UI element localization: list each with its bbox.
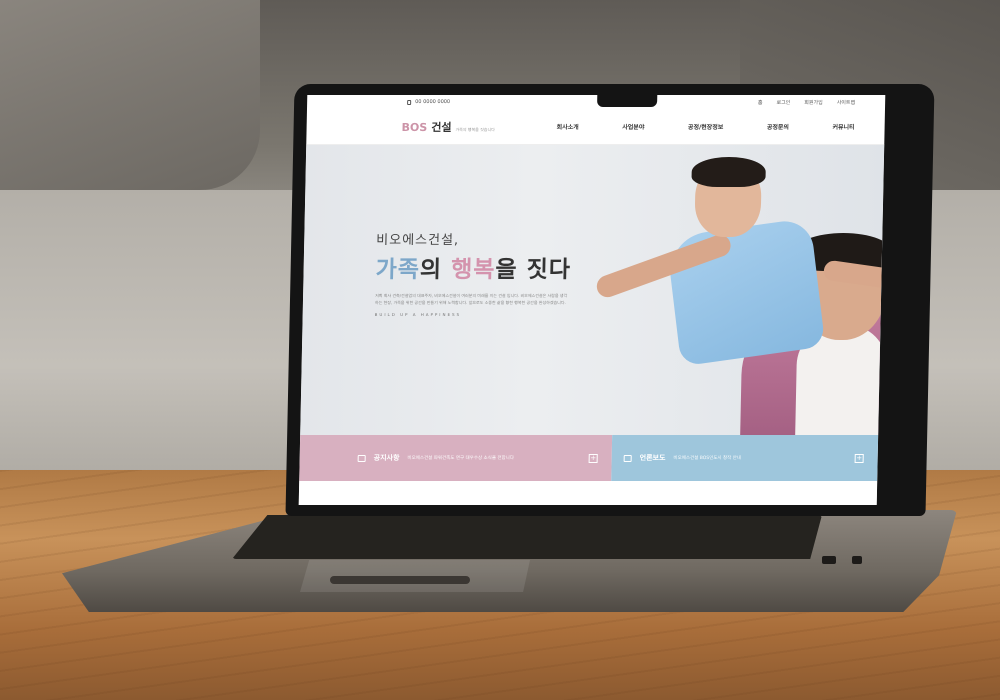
utility-link-join[interactable]: 회원가입 xyxy=(804,99,823,106)
bottom-panels: 공지사항 비오에스건설 파워건축도 연구 대우수상 소식을 전합니다 + 언론보… xyxy=(299,435,879,481)
notice-panel[interactable]: 공지사항 비오에스건설 파워건축도 연구 대우수상 소식을 전합니다 + xyxy=(299,435,613,481)
phone-icon xyxy=(407,99,412,105)
hero-text: 비오에스건설, 가족의 행복을 짓다 저희 회사 건축/건설업의 대표주자, 비… xyxy=(375,229,572,317)
menu: 회사소개 사업분야 공정/현장정보 공정문의 커뮤니티 xyxy=(537,122,855,131)
logo[interactable]: BOS 건설 가족의 행복을 짓습니다 xyxy=(401,119,536,135)
press-title: 언론보도 xyxy=(639,454,666,462)
hero-title: 가족의 행복을 짓다 xyxy=(375,250,571,284)
utility-phone: 00 0000 0000 xyxy=(407,99,450,105)
hero-subtitle: 비오에스건설, xyxy=(376,233,460,248)
utility-bar: 00 0000 0000 홈 로그인 회원가입 사이트맵 xyxy=(307,95,885,109)
menu-item-site-info[interactable]: 공정/현장정보 xyxy=(688,122,724,131)
laptop-screen: 00 0000 0000 홈 로그인 회원가입 사이트맵 BOS 건설 가족의 … xyxy=(298,95,886,505)
screen-footer-area xyxy=(298,481,878,505)
phone-number: 00 0000 0000 xyxy=(415,99,451,105)
laptop-keyboard xyxy=(232,515,822,559)
utility-link-home[interactable]: 홈 xyxy=(758,99,763,106)
hero-description: 저희 회사 건축/건설업의 대표주자, 비오에스건설이 여러분의 미래를 지는 … xyxy=(374,293,568,305)
sofa-pillow xyxy=(0,0,260,190)
hero-banner: 비오에스건설, 가족의 행복을 짓다 저희 회사 건축/건설업의 대표주자, 비… xyxy=(300,145,885,435)
press-panel[interactable]: 언론보도 비오에스건설 BOS인도시 창작 안내 + xyxy=(611,435,879,481)
child-shirt xyxy=(665,217,826,367)
utility-link-sitemap[interactable]: 사이트맵 xyxy=(837,99,856,106)
megaphone-icon xyxy=(357,454,366,462)
hero-title-of: 의 xyxy=(419,257,452,283)
camera-notch xyxy=(597,95,658,107)
menu-item-inquiry[interactable]: 공정문의 xyxy=(767,122,789,131)
child-hair xyxy=(691,157,766,187)
hero-title-happiness: 행복 xyxy=(450,257,496,283)
logo-brand: BOS xyxy=(401,120,428,134)
news-icon xyxy=(623,454,632,462)
laptop-port xyxy=(822,556,836,564)
menu-item-business[interactable]: 사업분야 xyxy=(622,122,644,131)
utility-link-login[interactable]: 로그인 xyxy=(776,99,790,106)
press-more-button[interactable]: + xyxy=(854,453,864,463)
menu-item-community[interactable]: 커뮤니티 xyxy=(832,122,854,131)
hero-photo xyxy=(530,145,885,435)
logo-name: 건설 xyxy=(431,120,452,134)
utility-links: 홈 로그인 회원가입 사이트맵 xyxy=(758,99,855,106)
notice-more-button[interactable]: + xyxy=(588,453,598,463)
logo-tagline: 가족의 행복을 짓습니다 xyxy=(455,126,495,132)
hero-title-family: 가족 xyxy=(375,257,421,283)
notice-title: 공지사항 xyxy=(373,454,400,462)
menu-item-about[interactable]: 회사소개 xyxy=(557,122,579,131)
laptop-base-notch xyxy=(330,576,470,584)
hero-footer: BUILD UP A HAPPINESS xyxy=(374,312,462,317)
press-text[interactable]: 비오에스건설 BOS인도시 창작 안내 xyxy=(673,455,741,461)
main-nav: BOS 건설 가족의 행복을 짓습니다 회사소개 사업분야 공정/현장정보 공정… xyxy=(306,109,886,145)
hero-title-build: 을 짓다 xyxy=(495,257,572,283)
notice-text[interactable]: 비오에스건설 파워건축도 연구 대우수상 소식을 전합니다 xyxy=(407,455,514,461)
laptop-port xyxy=(852,556,862,564)
